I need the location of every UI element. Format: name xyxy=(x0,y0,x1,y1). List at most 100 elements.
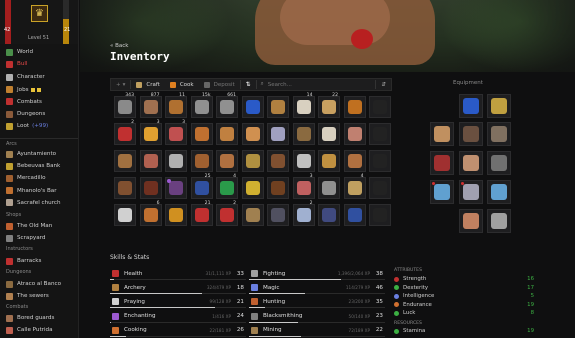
skill-row-health[interactable]: Health 31/1,111 XP 33 xyxy=(110,268,246,280)
inventory-slot[interactable] xyxy=(318,150,340,172)
inventory-slot[interactable]: 661 xyxy=(216,93,238,118)
skill-row-mining[interactable]: Mining 72/189 XP 22 xyxy=(249,325,385,337)
inventory-slot[interactable]: 25 xyxy=(190,174,213,199)
inventory-slot[interactable] xyxy=(165,150,187,172)
cook-button[interactable]: Cook xyxy=(165,78,199,91)
search-input[interactable] xyxy=(267,81,348,88)
equipment-boots-slot[interactable] xyxy=(459,180,483,204)
equipment-gloves-slot[interactable] xyxy=(430,122,454,146)
skill-row-magic[interactable]: Magic 114/279 XP 46 xyxy=(249,282,385,295)
inventory-slot[interactable] xyxy=(241,204,264,226)
equipment-sword-slot[interactable] xyxy=(430,180,454,204)
sidebar-item-jobs[interactable]: Jobs xyxy=(0,85,78,95)
inventory-slot[interactable] xyxy=(241,96,264,118)
sidebar-item-calle-putrida[interactable]: Calle Putrida xyxy=(0,325,78,335)
inventory-slot[interactable] xyxy=(241,177,264,199)
inventory-slot[interactable]: 3 xyxy=(292,174,315,199)
equipment-book-slot[interactable] xyxy=(487,122,511,146)
inventory-slot[interactable]: 3 xyxy=(139,120,162,145)
inventory-slot[interactable] xyxy=(369,204,391,226)
inventory-slot[interactable] xyxy=(318,123,340,145)
skill-row-enchanting[interactable]: Enchanting 1/416 XP 24 xyxy=(110,311,246,323)
inventory-slot[interactable] xyxy=(267,150,289,172)
sidebar-item-scrapyard[interactable]: Scrapyard xyxy=(0,233,78,243)
inventory-slot[interactable]: 4 xyxy=(343,174,366,199)
inventory-slot[interactable]: 2 xyxy=(216,201,238,226)
sidebar-item-the-old-man[interactable]: The Old Man xyxy=(0,221,78,231)
sidebar-item-bored-guards[interactable]: Bored guards xyxy=(0,313,78,323)
skill-row-cooking[interactable]: Cooking 22/181 XP 26 xyxy=(110,325,246,337)
inventory-slot[interactable]: 11 xyxy=(165,93,187,118)
inventory-slot[interactable] xyxy=(267,204,289,226)
equipment-belt-slot[interactable] xyxy=(459,151,483,175)
equipment-ring-slot-2[interactable] xyxy=(487,151,511,175)
inventory-slot[interactable] xyxy=(267,96,289,118)
inventory-slot[interactable]: 2 xyxy=(292,201,315,226)
equipment-amulet-slot[interactable] xyxy=(459,94,483,118)
inventory-slot[interactable] xyxy=(369,96,391,118)
inventory-slot[interactable] xyxy=(190,123,213,145)
sidebar-item-the-sewers[interactable]: The sewers xyxy=(0,291,78,301)
skill-row-fighting[interactable]: Fighting 1,396/2,064 XP 38 xyxy=(249,268,385,280)
inventory-slot[interactable] xyxy=(216,150,238,172)
sidebar-item-atraco-al-banco[interactable]: Atraco al Banco xyxy=(0,279,78,289)
inventory-slot[interactable] xyxy=(292,123,315,145)
inventory-slot[interactable] xyxy=(165,177,187,199)
sidebar-item-bull[interactable]: Bull xyxy=(0,59,78,69)
inventory-slot[interactable] xyxy=(343,204,366,226)
sidebar-item-combats[interactable]: Combats xyxy=(0,97,78,107)
inventory-slot[interactable] xyxy=(114,204,136,226)
inventory-slot[interactable] xyxy=(114,150,136,172)
equipment-ring-slot[interactable] xyxy=(430,151,454,175)
equipment-necklace-slot[interactable] xyxy=(487,94,511,118)
inventory-slot[interactable] xyxy=(292,150,315,172)
inventory-slot[interactable] xyxy=(369,150,391,172)
craft-button[interactable]: Craft xyxy=(131,78,164,91)
sidebar-item-dungeons[interactable]: Dungeons xyxy=(0,109,78,119)
inventory-slot[interactable] xyxy=(114,177,136,199)
sidebar-item-world[interactable]: World xyxy=(0,47,78,57)
equipment-chest-slot[interactable] xyxy=(459,122,483,146)
inventory-slot[interactable] xyxy=(318,204,340,226)
inventory-slot[interactable] xyxy=(343,96,366,118)
inventory-slot[interactable]: 15k xyxy=(190,93,213,118)
sidebar-item-loot[interactable]: Loot (+99) xyxy=(0,121,78,131)
inventory-slot[interactable]: 343 xyxy=(114,93,136,118)
inventory-slot[interactable] xyxy=(139,177,162,199)
add-button[interactable]: + ▾ xyxy=(111,78,130,91)
inventory-slot[interactable] xyxy=(267,177,289,199)
sidebar-item-character[interactable]: Character xyxy=(0,72,78,82)
sidebar-item-mercadillo[interactable]: Mercadillo xyxy=(0,173,78,183)
sidebar-item-sacrafel-church[interactable]: Sacrafel church xyxy=(0,198,78,208)
equipment-offhand-slot[interactable] xyxy=(487,180,511,204)
avatar[interactable]: ♛ xyxy=(31,5,48,22)
inventory-slot[interactable]: 21 xyxy=(190,201,213,226)
sidebar-item-bebeuvas-bank[interactable]: Bebeuvas Bank xyxy=(0,161,78,171)
inventory-slot[interactable] xyxy=(216,123,238,145)
inventory-slot[interactable]: 14 xyxy=(292,93,315,118)
inventory-slot[interactable] xyxy=(241,150,264,172)
back-link[interactable]: « Back xyxy=(110,43,128,49)
skill-row-archery[interactable]: Archery 324/479 XP 18 xyxy=(110,282,246,295)
skill-row-blacksmithing[interactable]: Blacksmithing 50/140 XP 23 xyxy=(249,311,385,323)
inventory-slot[interactable]: 2 xyxy=(114,120,136,145)
inventory-slot[interactable]: 22 xyxy=(318,93,340,118)
inventory-slot[interactable] xyxy=(267,123,289,145)
equipment-shoes-slot[interactable] xyxy=(459,209,483,233)
inventory-slot[interactable] xyxy=(165,204,187,226)
inventory-slot[interactable] xyxy=(318,177,340,199)
inventory-slot[interactable] xyxy=(190,150,213,172)
sidebar-item-barracks[interactable]: Barracks xyxy=(0,256,78,266)
filter-button[interactable]: ⇵ xyxy=(376,78,391,91)
inventory-slot[interactable] xyxy=(343,123,366,145)
sidebar-item-ayuntamiento[interactable]: Ayuntamiento xyxy=(0,149,78,159)
inventory-slot[interactable]: 4 xyxy=(216,174,238,199)
inventory-slot[interactable] xyxy=(369,177,391,199)
sidebar-item-mhanolo-s-bar[interactable]: Mhanolo's Bar xyxy=(0,186,78,196)
inventory-slot[interactable]: 6 xyxy=(139,201,162,226)
inventory-slot[interactable]: 3 xyxy=(165,120,187,145)
skill-row-praying[interactable]: Praying 99/128 XP 21 xyxy=(110,296,246,309)
sort-button[interactable]: ⇅ xyxy=(241,78,256,91)
inventory-slot[interactable]: 877 xyxy=(139,93,162,118)
inventory-slot[interactable] xyxy=(369,123,391,145)
